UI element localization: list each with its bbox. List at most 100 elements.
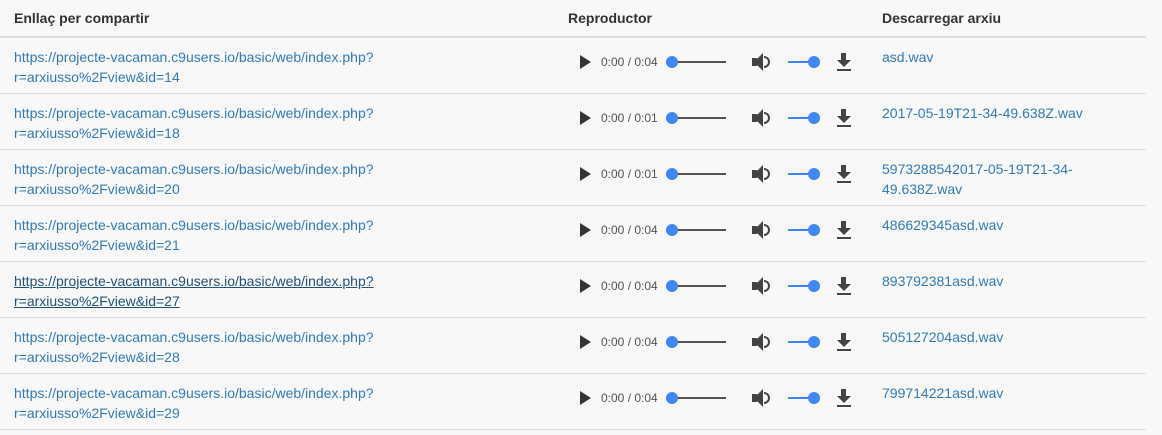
share-link[interactable]: https://projecte-vacaman.c9users.io/basi…: [14, 217, 374, 253]
download-icon[interactable]: [836, 220, 852, 239]
volume-slider[interactable]: [787, 335, 820, 348]
audio-player: 0:00 / 0:01: [578, 101, 868, 135]
table-row: https://projecte-vacaman.c9users.io/basi…: [0, 37, 1146, 94]
volume-knob[interactable]: [807, 167, 820, 180]
file-download-link[interactable]: asd.wav: [882, 47, 1092, 67]
play-icon[interactable]: [580, 55, 591, 69]
share-link-cell: https://projecte-vacaman.c9users.io/basi…: [0, 373, 554, 430]
volume-knob[interactable]: [807, 335, 820, 348]
download-icon[interactable]: [836, 53, 852, 71]
file-download-link[interactable]: 2017-05-19T21-34-49.638Z.wav: [882, 103, 1092, 123]
file-download-link[interactable]: 799714221asd.wav: [882, 383, 1092, 403]
volume-slider[interactable]: [787, 223, 820, 236]
file-download-link[interactable]: 505127204asd.wav: [882, 327, 1092, 347]
player-cell: 0:00 / 0:04: [554, 37, 868, 94]
download-icon[interactable]: [836, 276, 852, 295]
volume-knob[interactable]: [807, 111, 820, 124]
seek-slider[interactable]: [665, 391, 726, 404]
seek-knob[interactable]: [665, 391, 678, 404]
audio-player: 0:00 / 0:04: [578, 45, 868, 79]
play-icon[interactable]: [580, 110, 591, 125]
download-icon[interactable]: [836, 164, 852, 183]
file-cell: 893792381asd.wav: [868, 261, 1146, 318]
volume-knob[interactable]: [807, 391, 820, 404]
share-link-cell: https://projecte-vacaman.c9users.io/basi…: [0, 205, 554, 262]
volume-icon[interactable]: [751, 108, 772, 127]
play-icon[interactable]: [580, 334, 591, 349]
seek-knob[interactable]: [665, 167, 678, 180]
share-link-line1: https://projecte-vacaman.c9users.io/basi…: [14, 328, 374, 345]
seek-knob[interactable]: [665, 279, 678, 292]
volume-slider[interactable]: [787, 279, 820, 292]
table-row: https://projecte-vacaman.c9users.io/basi…: [0, 261, 1146, 318]
audio-player: 0:00 / 0:04: [578, 325, 868, 359]
seek-slider[interactable]: [665, 56, 726, 68]
audio-table: Enllaç per compartir Reproductor Descarr…: [0, 0, 1146, 430]
time-display: 0:00 / 0:04: [601, 222, 658, 237]
volume-knob[interactable]: [807, 279, 820, 292]
seek-slider[interactable]: [665, 223, 726, 236]
share-link[interactable]: https://projecte-vacaman.c9users.io/basi…: [14, 385, 374, 421]
seek-slider[interactable]: [665, 167, 726, 180]
file-cell: 5973288542017-05-19T21-34-49.638Z.wav: [868, 149, 1146, 206]
time-display: 0:00 / 0:04: [601, 390, 658, 405]
volume-slider[interactable]: [787, 391, 820, 404]
download-icon[interactable]: [836, 332, 852, 351]
download-icon[interactable]: [836, 388, 852, 407]
seek-knob[interactable]: [665, 56, 678, 68]
audio-player: 0:00 / 0:04: [578, 213, 868, 247]
time-display: 0:00 / 0:01: [601, 110, 658, 125]
file-download-link[interactable]: 893792381asd.wav: [882, 271, 1092, 291]
share-link-line2: r=arxiusso%2Fview&id=14: [14, 69, 180, 85]
share-link[interactable]: https://projecte-vacaman.c9users.io/basi…: [14, 105, 374, 141]
volume-knob[interactable]: [807, 56, 820, 68]
share-link-line2: r=arxiusso%2Fview&id=21: [14, 236, 180, 253]
share-link-cell: https://projecte-vacaman.c9users.io/basi…: [0, 93, 554, 150]
share-link-line1: https://projecte-vacaman.c9users.io/basi…: [14, 160, 374, 177]
share-link-cell: https://projecte-vacaman.c9users.io/basi…: [0, 317, 554, 374]
player-cell: 0:00 / 0:04: [554, 373, 868, 430]
file-cell: 799714221asd.wav: [868, 373, 1146, 430]
volume-slider[interactable]: [787, 56, 820, 68]
share-link-line1: https://projecte-vacaman.c9users.io/basi…: [14, 384, 374, 401]
audio-player: 0:00 / 0:01: [578, 157, 868, 191]
share-link[interactable]: https://projecte-vacaman.c9users.io/basi…: [14, 49, 374, 85]
volume-icon[interactable]: [751, 332, 772, 351]
player-cell: 0:00 / 0:01: [554, 93, 868, 150]
download-icon[interactable]: [836, 108, 852, 127]
time-display: 0:00 / 0:04: [601, 55, 658, 69]
volume-icon[interactable]: [751, 276, 772, 295]
audio-player: 0:00 / 0:04: [578, 269, 868, 303]
play-icon[interactable]: [580, 166, 591, 181]
file-cell: 486629345asd.wav: [868, 205, 1146, 262]
seek-knob[interactable]: [665, 335, 678, 348]
volume-slider[interactable]: [787, 111, 820, 124]
volume-knob[interactable]: [807, 223, 820, 236]
share-link-line2: r=arxiusso%2Fview&id=28: [14, 348, 180, 365]
time-display: 0:00 / 0:01: [601, 166, 658, 181]
play-icon[interactable]: [580, 390, 591, 405]
volume-icon[interactable]: [751, 53, 772, 71]
play-icon[interactable]: [580, 222, 591, 237]
seek-slider[interactable]: [665, 279, 726, 292]
file-download-link[interactable]: 486629345asd.wav: [882, 215, 1092, 235]
volume-icon[interactable]: [751, 164, 772, 183]
share-link[interactable]: https://projecte-vacaman.c9users.io/basi…: [14, 329, 374, 365]
table-row: https://projecte-vacaman.c9users.io/basi…: [0, 373, 1146, 430]
share-link-line2: r=arxiusso%2Fview&id=29: [14, 404, 180, 421]
volume-icon[interactable]: [751, 388, 772, 407]
seek-slider[interactable]: [665, 335, 726, 348]
time-display: 0:00 / 0:04: [601, 278, 658, 293]
header-player: Reproductor: [554, 0, 868, 38]
seek-slider[interactable]: [665, 111, 726, 124]
volume-icon[interactable]: [751, 220, 772, 239]
play-icon[interactable]: [580, 278, 591, 293]
seek-knob[interactable]: [665, 223, 678, 236]
share-link-cell: https://projecte-vacaman.c9users.io/basi…: [0, 37, 554, 94]
volume-slider[interactable]: [787, 167, 820, 180]
share-link[interactable]: https://projecte-vacaman.c9users.io/basi…: [14, 161, 374, 197]
seek-knob[interactable]: [665, 111, 678, 124]
file-download-link[interactable]: 5973288542017-05-19T21-34-49.638Z.wav: [882, 159, 1092, 199]
share-link[interactable]: https://projecte-vacaman.c9users.io/basi…: [14, 273, 374, 309]
table-row: https://projecte-vacaman.c9users.io/basi…: [0, 317, 1146, 374]
